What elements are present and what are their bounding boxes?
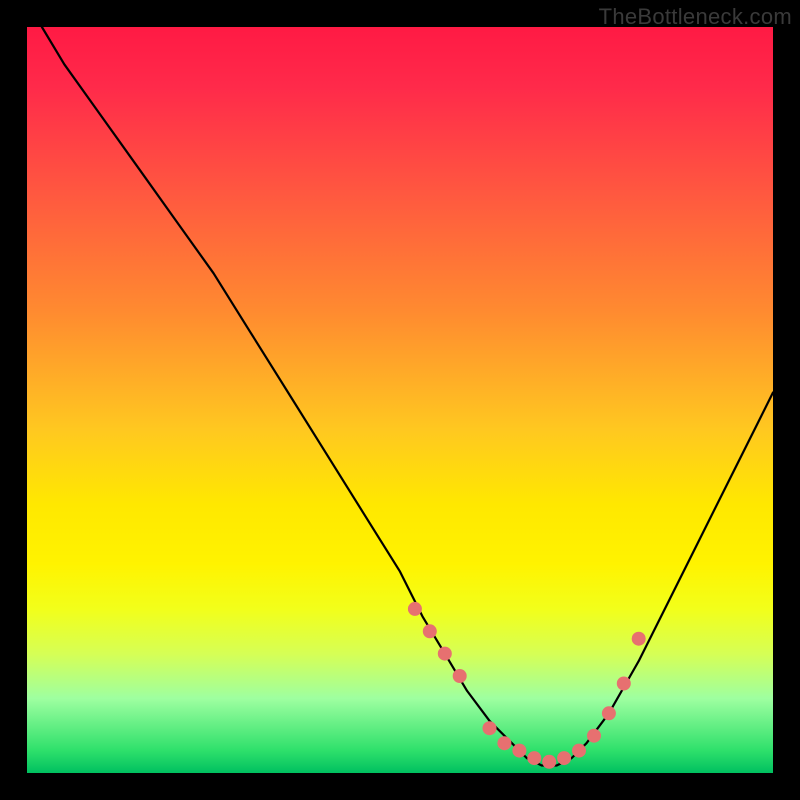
highlight-point bbox=[542, 755, 556, 769]
highlight-point bbox=[632, 632, 646, 646]
plot-area bbox=[27, 27, 773, 773]
highlight-point bbox=[557, 751, 571, 765]
highlight-markers bbox=[408, 602, 646, 769]
highlight-point bbox=[423, 624, 437, 638]
highlight-point bbox=[408, 602, 422, 616]
highlight-point bbox=[438, 647, 452, 661]
highlight-point bbox=[483, 721, 497, 735]
chart-frame: TheBottleneck.com bbox=[0, 0, 800, 800]
highlight-point bbox=[572, 744, 586, 758]
highlight-point bbox=[527, 751, 541, 765]
highlight-point bbox=[453, 669, 467, 683]
highlight-point bbox=[617, 677, 631, 691]
bottleneck-curve bbox=[42, 27, 773, 766]
highlight-point bbox=[497, 736, 511, 750]
watermark-label: TheBottleneck.com bbox=[599, 4, 792, 30]
highlight-point bbox=[602, 706, 616, 720]
highlight-point bbox=[512, 744, 526, 758]
highlight-point bbox=[587, 729, 601, 743]
chart-svg bbox=[27, 27, 773, 773]
